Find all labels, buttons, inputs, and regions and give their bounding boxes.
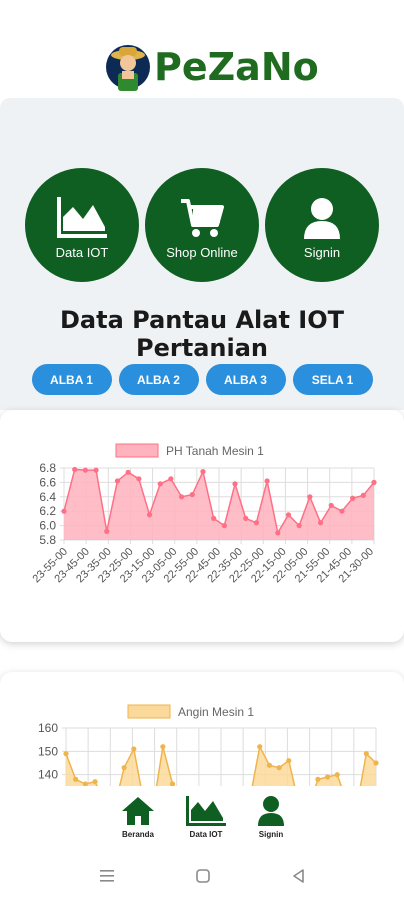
data-iot-label: Data IOT <box>55 244 109 260</box>
nav-signin-label: Signin <box>258 830 284 839</box>
legend-swatch <box>127 704 171 719</box>
data-point <box>253 520 260 526</box>
ph-chart: PH Tanah Mesin 16.86.66.46.26.05.823-55-… <box>30 443 377 585</box>
menu-panel: Data IOT Shop Online Signin Data Pantau … <box>0 98 404 410</box>
data-point <box>317 520 324 526</box>
nav-signin[interactable]: Signin <box>236 796 306 839</box>
data-point <box>257 744 263 750</box>
back-icon[interactable] <box>291 868 307 884</box>
chart-legend: PH Tanah Mesin 1 <box>115 443 264 458</box>
data-point <box>61 508 67 514</box>
app-screen: PeZaNo Data IOT Shop Online Signin Data … <box>0 0 404 900</box>
area-chart-icon <box>186 796 226 826</box>
logo-text: PeZaNo <box>154 45 319 89</box>
data-point <box>157 481 163 487</box>
chart-legend: Angin Mesin 1 <box>127 704 254 719</box>
chip-alba-1[interactable]: ALBA 1 <box>31 364 112 395</box>
data-point <box>275 530 281 536</box>
y-tick-label: 5.8 <box>39 533 56 547</box>
data-point <box>121 765 127 771</box>
system-navigation-bar <box>0 856 404 900</box>
data-point <box>371 479 377 485</box>
y-tick-label: 6.8 <box>39 461 56 475</box>
nav-beranda-label: Beranda <box>121 830 154 839</box>
signin-button[interactable]: Signin <box>265 168 379 282</box>
data-point <box>160 744 166 750</box>
data-point <box>189 492 195 498</box>
data-point <box>360 492 366 498</box>
area-chart-icon <box>57 196 107 238</box>
legend-label: PH Tanah Mesin 1 <box>166 444 264 458</box>
data-point <box>72 466 78 473</box>
data-point <box>373 760 379 766</box>
data-point <box>232 481 238 487</box>
y-tick-label: 6.0 <box>39 519 56 533</box>
data-point <box>73 776 79 782</box>
data-point <box>93 467 99 473</box>
app-header: PeZaNo <box>0 0 404 98</box>
home-icon <box>122 797 154 825</box>
user-icon <box>304 197 340 239</box>
data-point <box>82 467 88 473</box>
chip-alba-2[interactable]: ALBA 2 <box>118 364 199 395</box>
y-tick-label: 150 <box>38 744 58 758</box>
cart-icon <box>181 198 224 237</box>
data-point <box>200 469 206 475</box>
data-point <box>350 495 356 501</box>
device-chip-group: ALBA 1 ALBA 2 ALBA 3 SELA 1 <box>0 364 404 395</box>
y-tick-label: 140 <box>38 768 58 782</box>
data-point <box>339 508 345 514</box>
nav-data-iot-label: Data IOT <box>189 830 223 839</box>
shop-online-label: Shop Online <box>166 244 238 260</box>
y-tick-label: 6.4 <box>39 490 56 504</box>
data-point <box>114 478 121 484</box>
user-icon <box>258 796 284 826</box>
data-point <box>221 523 227 529</box>
bottom-navigation: Beranda Data IOT Signin <box>0 786 404 856</box>
farmer-logo-icon <box>106 45 150 91</box>
data-point <box>328 502 334 509</box>
legend-swatch <box>115 443 159 458</box>
chip-alba-3[interactable]: ALBA 3 <box>205 364 286 395</box>
data-point <box>276 765 282 771</box>
data-point <box>296 523 302 529</box>
data-point <box>363 751 369 757</box>
app-logo[interactable]: PeZaNo <box>104 40 319 94</box>
data-point <box>211 515 217 521</box>
data-point <box>178 494 185 500</box>
ph-chart-card: PH Tanah Mesin 1 6.8 6.6 6.4 6.2 6.0 5.8 23-55-… <box>0 410 404 642</box>
data-point <box>285 512 292 518</box>
home-button-icon[interactable] <box>195 868 211 884</box>
data-point <box>131 746 137 752</box>
data-point <box>315 776 321 782</box>
data-point <box>104 528 110 534</box>
data-point <box>307 494 313 500</box>
nav-data-iot[interactable]: Data IOT <box>171 796 241 839</box>
y-tick-label: 6.2 <box>39 504 56 518</box>
data-point <box>243 515 249 521</box>
data-point <box>125 469 131 475</box>
page-title: Data Pantau Alat IOT Pertanian <box>59 306 344 362</box>
data-point <box>63 751 69 757</box>
data-iot-button[interactable]: Data IOT <box>25 168 139 282</box>
y-tick-label: 6.6 <box>39 475 56 489</box>
data-point <box>136 476 142 482</box>
shop-online-button[interactable]: Shop Online <box>145 168 259 282</box>
nav-beranda[interactable]: Beranda <box>103 796 173 839</box>
data-point <box>286 758 292 764</box>
signin-label: Signin <box>303 244 341 260</box>
y-tick-label: 160 <box>38 721 58 735</box>
data-point <box>324 774 331 780</box>
data-point <box>334 772 340 778</box>
data-point <box>92 779 98 785</box>
data-point <box>146 512 153 518</box>
data-point <box>266 762 273 768</box>
data-point <box>168 476 174 482</box>
chip-sela-1[interactable]: SELA 1 <box>292 364 373 395</box>
menu-icon[interactable] <box>99 868 115 884</box>
legend-label: Angin Mesin 1 <box>178 705 254 719</box>
data-point <box>264 478 270 484</box>
